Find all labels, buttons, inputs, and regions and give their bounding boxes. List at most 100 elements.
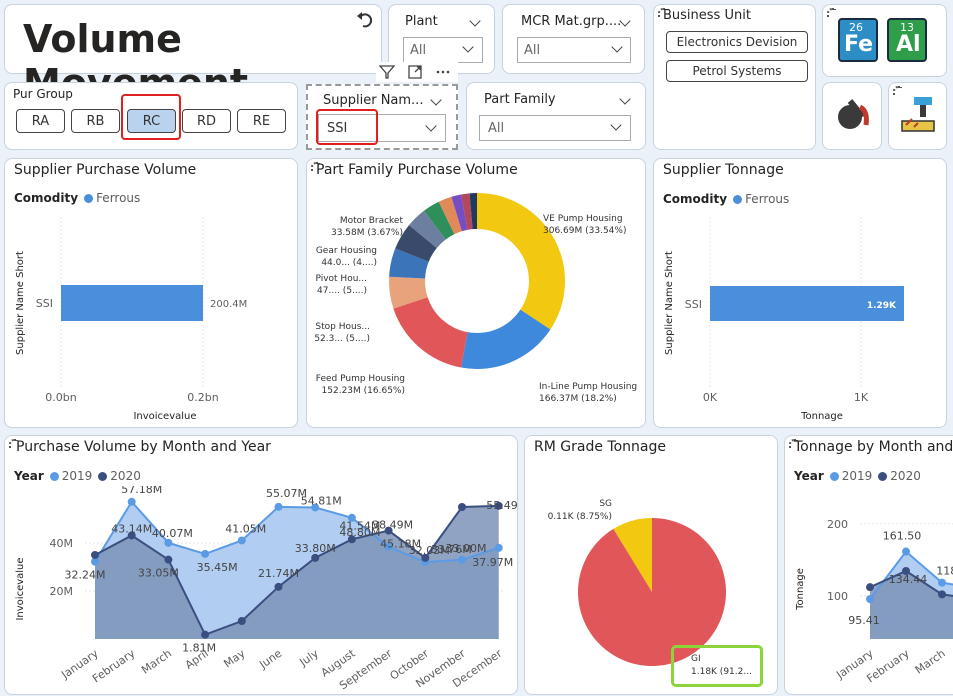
pur-group-ra[interactable]: RA	[16, 109, 65, 133]
chevron-down-icon	[611, 41, 623, 53]
pur-group-label: Pur Group	[13, 87, 73, 101]
data-label: 33.05M	[138, 567, 179, 580]
data-point[interactable]	[494, 543, 503, 552]
focus-corner-icon	[893, 86, 902, 95]
supplier-tonnage-chart: 1.29K SSI 0K 1K Tonnage Supplier Name Sh…	[664, 217, 904, 422]
x-tick-label: 0K	[703, 391, 718, 404]
milling-machine-icon[interactable]	[898, 95, 938, 135]
data-point[interactable]	[866, 595, 874, 604]
pur-group-slicer: Pur Group RA RB RC RD RE	[4, 82, 298, 150]
part-family-value: All	[488, 121, 505, 136]
data-point[interactable]	[164, 538, 173, 547]
chevron-down-icon[interactable]	[469, 15, 481, 27]
data-label: 33.76M	[431, 543, 472, 556]
slice-label: In-Line Pump Housing	[539, 382, 637, 392]
x-axis-title: Tonnage	[800, 411, 843, 422]
slice-label: SG	[599, 499, 612, 509]
purchase-by-month-card: Purchase Volume by Month and Year Year 20…	[4, 435, 518, 695]
data-point[interactable]	[127, 497, 136, 506]
oil-drop-icon[interactable]	[832, 95, 872, 135]
legend-item: Ferrous	[96, 191, 141, 205]
chevron-down-icon	[462, 41, 474, 53]
data-point[interactable]	[458, 555, 466, 564]
donut-slice[interactable]	[393, 297, 468, 368]
slice-label: Motor Bracket	[340, 216, 404, 226]
fe-element-icon[interactable]: 26 Fe	[838, 18, 878, 62]
legend-dot	[829, 472, 839, 481]
data-label: 21.74M	[258, 567, 299, 580]
al-element-icon[interactable]: 13 Al	[887, 18, 927, 62]
legend-item: 2020	[890, 469, 921, 483]
chevron-down-icon[interactable]	[619, 93, 631, 105]
data-point[interactable]	[938, 590, 946, 599]
slice-value-label: 33.58M (3.67%)	[331, 228, 403, 238]
pie-slice[interactable]	[578, 518, 726, 666]
x-tick-label: March	[913, 647, 948, 677]
legend-title: Comodity	[14, 191, 79, 205]
data-point[interactable]	[938, 578, 946, 587]
part-family-dropdown[interactable]: All	[479, 115, 631, 141]
chart-title: Tonnage by Month and Ye	[794, 439, 953, 455]
highlight-box	[316, 109, 378, 145]
supplier-slicer: Supplier Nam... SSI	[306, 84, 458, 150]
data-point[interactable]	[866, 583, 874, 592]
chart-title: Supplier Tonnage	[663, 162, 784, 178]
chevron-down-icon[interactable]	[430, 94, 442, 106]
slice-value-label: 47.... (5....)	[317, 286, 367, 296]
data-point[interactable]	[458, 503, 466, 511]
focus-corner-icon	[827, 8, 836, 17]
mcr-label: MCR Mat.grp....	[521, 14, 622, 29]
data-point[interactable]	[274, 502, 283, 511]
filter-icon[interactable]	[379, 64, 395, 80]
data-point[interactable]	[902, 547, 910, 556]
x-axis-title: Invoicevalue	[133, 411, 196, 422]
visual-header-toolbar	[376, 62, 458, 82]
y-tick-label: 20M	[50, 585, 74, 598]
data-point[interactable]	[164, 555, 173, 564]
legend-dot	[84, 194, 94, 203]
pur-group-rb[interactable]: RB	[71, 109, 120, 133]
tonnage-by-month-card: Tonnage by Month and Ye Year 2019 2020 100…	[784, 435, 953, 695]
data-point[interactable]	[237, 617, 246, 625]
data-label: 1.29K	[867, 301, 897, 311]
data-label: 41.54M	[339, 519, 380, 532]
chevron-down-icon	[610, 119, 622, 131]
more-options-icon[interactable]	[435, 64, 451, 80]
slice-label: VE Pump Housing	[543, 214, 623, 224]
data-point[interactable]	[201, 549, 210, 558]
oil-button-card	[822, 82, 882, 150]
business-unit-electronics[interactable]: Electronics Devision	[666, 31, 808, 53]
supplier-tonnage-card: Supplier Tonnage Comodity Ferrous 1.29K S…	[653, 158, 947, 428]
legend-item: 2019	[841, 469, 873, 483]
business-unit-petrol[interactable]: Petrol Systems	[666, 60, 808, 82]
data-label: 134.44	[889, 573, 928, 586]
pur-group-re[interactable]: RE	[237, 109, 286, 133]
legend-title: Year	[794, 469, 824, 483]
bar-ssi[interactable]	[61, 285, 203, 321]
element-buttons-card: 26 Fe 13 Al	[822, 4, 947, 77]
plant-label: Plant	[405, 14, 438, 29]
business-unit-label: Business Unit	[663, 8, 751, 23]
data-point[interactable]	[201, 630, 210, 639]
data-point[interactable]	[311, 553, 320, 562]
reset-icon[interactable]	[355, 10, 375, 30]
focus-mode-icon[interactable]	[407, 64, 423, 80]
y-tick-label: SSI	[36, 297, 53, 310]
legend-dot	[878, 472, 888, 481]
chart-title: RM Grade Tonnage	[534, 439, 666, 455]
pur-group-rd[interactable]: RD	[182, 109, 231, 133]
slice-value-label: 306.69M (33.54%)	[543, 226, 626, 236]
data-point[interactable]	[237, 536, 246, 545]
chevron-down-icon	[425, 120, 437, 132]
mcr-dropdown[interactable]: All	[517, 37, 631, 63]
data-label: 57.18M	[121, 486, 162, 496]
x-tick-label: March	[139, 647, 174, 677]
x-tick-label: 0.0bn	[45, 391, 76, 404]
title-card: Volume Movement	[4, 4, 382, 105]
data-label: 40.07M	[152, 527, 193, 540]
data-point[interactable]	[91, 551, 99, 559]
plant-dropdown[interactable]: All	[403, 37, 483, 63]
x-tick-label: February	[90, 647, 138, 686]
y-tick-label: 100	[827, 590, 848, 603]
data-point[interactable]	[274, 582, 283, 591]
